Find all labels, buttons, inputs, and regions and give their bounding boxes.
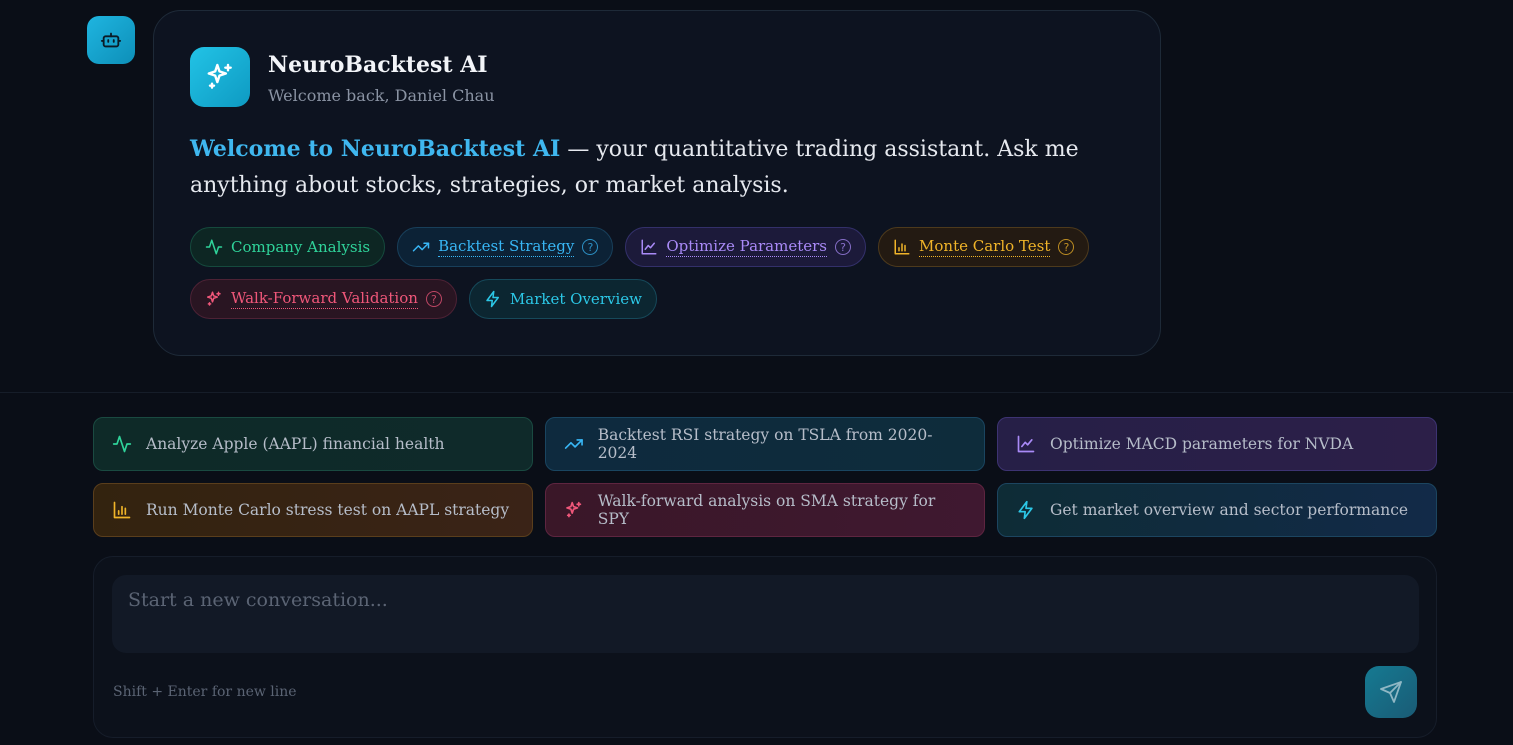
send-button[interactable] — [1365, 666, 1417, 718]
intro-message: Welcome to NeuroBacktest AI — your quant… — [190, 131, 1130, 204]
welcome-subtitle: Welcome back, Daniel Chau — [268, 86, 495, 105]
chip-optimize-parameters[interactable]: Optimize Parameters ? — [625, 227, 867, 267]
zap-icon — [1018, 500, 1033, 520]
help-icon[interactable]: ? — [835, 239, 852, 255]
message-input[interactable] — [112, 575, 1419, 653]
suggestion-card[interactable]: Analyze Apple (AAPL) financial health — [93, 417, 533, 471]
chip-market-overview[interactable]: Market Overview — [468, 279, 657, 319]
message-composer: Shift + Enter for new line — [93, 556, 1437, 738]
trending-up-icon — [564, 439, 583, 449]
chip-monte-carlo-test[interactable]: Monte Carlo Test ? — [878, 227, 1090, 267]
chip-label: Walk-Forward Validation — [231, 289, 418, 309]
help-icon[interactable]: ? — [425, 291, 442, 307]
input-hint: Shift + Enter for new line — [113, 684, 297, 700]
trending-up-icon — [412, 242, 430, 252]
sparkles-icon — [207, 63, 232, 89]
suggestion-card[interactable]: Backtest RSI strategy on TSLA from 2020-… — [545, 417, 985, 471]
help-icon[interactable]: ? — [582, 239, 599, 255]
brand-title: NeuroBacktest AI — [268, 52, 488, 78]
brand-logo — [190, 47, 250, 107]
suggestion-card[interactable]: Run Monte Carlo stress test on AAPL stra… — [93, 483, 533, 537]
welcome-card: NeuroBacktest AI Welcome back, Daniel Ch… — [153, 10, 1161, 356]
help-icon[interactable]: ? — [1058, 239, 1075, 255]
chip-backtest-strategy[interactable]: Backtest Strategy ? — [397, 227, 614, 267]
capability-chips: Company Analysis Backtest Strategy ? Opt… — [190, 227, 1140, 319]
zap-icon — [486, 290, 499, 308]
bar-chart-icon — [113, 501, 131, 519]
suggestion-label: Analyze Apple (AAPL) financial health — [146, 435, 445, 453]
suggestion-card[interactable]: Optimize MACD parameters for NVDA — [997, 417, 1437, 471]
line-chart-icon — [1017, 435, 1035, 453]
bot-icon — [100, 32, 122, 48]
line-chart-icon — [641, 239, 657, 255]
bar-chart-icon — [894, 239, 910, 255]
suggestion-label: Get market overview and sector performan… — [1050, 501, 1409, 519]
chip-label: Optimize Parameters — [666, 237, 828, 257]
suggestion-card[interactable]: Get market overview and sector performan… — [997, 483, 1437, 537]
sparkles-icon — [206, 291, 221, 306]
suggestion-grid: Analyze Apple (AAPL) financial health Ba… — [93, 417, 1437, 537]
chip-label: Backtest Strategy — [438, 237, 575, 257]
bot-avatar — [87, 16, 135, 64]
suggestion-label: Backtest RSI strategy on TSLA from 2020-… — [597, 426, 933, 462]
suggestion-card[interactable]: Walk-forward analysis on SMA strategy fo… — [545, 483, 985, 537]
chip-walk-forward-validation[interactable]: Walk-Forward Validation ? — [190, 279, 457, 319]
activity-icon — [112, 435, 132, 453]
divider — [0, 392, 1513, 393]
activity-icon — [205, 239, 223, 255]
sparkles-icon — [566, 501, 582, 518]
suggestion-label: Run Monte Carlo stress test on AAPL stra… — [146, 501, 510, 519]
chip-label: Market Overview — [509, 290, 642, 308]
intro-highlight: Welcome to NeuroBacktest AI — [190, 136, 561, 162]
suggestion-label: Optimize MACD parameters for NVDA — [1050, 435, 1354, 453]
chip-company-analysis[interactable]: Company Analysis — [190, 227, 386, 267]
chip-label: Company Analysis — [231, 238, 371, 256]
chip-label: Monte Carlo Test — [919, 237, 1051, 257]
suggestion-label: Walk-forward analysis on SMA strategy fo… — [597, 492, 936, 528]
send-icon — [1380, 681, 1402, 703]
